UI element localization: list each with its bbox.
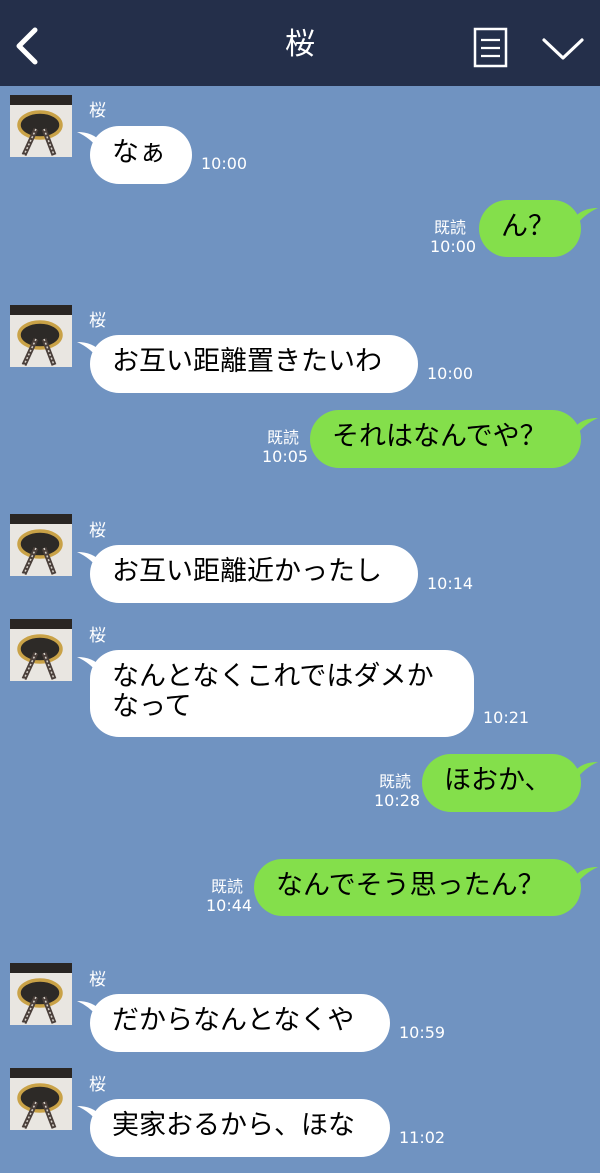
message-bubble[interactable]: お互い距離近かったし bbox=[90, 545, 418, 603]
sender-name: 桜 bbox=[89, 521, 106, 541]
message-bubble[interactable]: お互い距離置きたいわ bbox=[90, 335, 418, 393]
back-arrow-icon bbox=[16, 27, 38, 65]
bubble-tail bbox=[574, 208, 598, 228]
sender-name: 桜 bbox=[89, 626, 106, 646]
avatar-image bbox=[10, 1068, 72, 1130]
message-time: 10:21 bbox=[483, 708, 530, 727]
chat-header: 桜 bbox=[0, 0, 600, 86]
avatar-image bbox=[10, 619, 72, 681]
message-bubble[interactable]: 実家おるから、ほな bbox=[90, 1099, 390, 1157]
message-bubble[interactable]: それはなんでや？ bbox=[310, 410, 581, 468]
bubble-tail bbox=[574, 762, 598, 782]
chevron-down-icon bbox=[542, 38, 584, 60]
menu-dropdown-button[interactable] bbox=[540, 32, 586, 66]
message-list[interactable]: 桜 なぁ 10:00 既読 10:00 ん？ 桜 お互い距離置きたいわ 10:0… bbox=[0, 86, 600, 1173]
avatar[interactable] bbox=[10, 1068, 72, 1130]
message-time: 11:02 bbox=[399, 1128, 446, 1147]
message-time: 10:44 bbox=[206, 896, 253, 915]
message-time: 10:14 bbox=[427, 574, 474, 593]
read-receipt: 既読 10:44 bbox=[206, 877, 253, 915]
note-icon bbox=[473, 27, 508, 68]
notes-button[interactable] bbox=[472, 26, 510, 70]
message-time: 10:00 bbox=[430, 237, 477, 256]
read-label: 既読 bbox=[433, 218, 466, 237]
sender-name: 桜 bbox=[89, 101, 106, 121]
message-time: 10:00 bbox=[427, 364, 474, 383]
bubble-tail bbox=[574, 418, 598, 438]
chat-title: 桜 bbox=[285, 27, 315, 62]
bubble-tail bbox=[574, 867, 598, 887]
sender-name: 桜 bbox=[89, 1075, 106, 1095]
read-label: 既読 bbox=[210, 877, 243, 896]
message-bubble[interactable]: なんでそう思ったん？ bbox=[254, 859, 581, 916]
read-receipt: 既読 10:05 bbox=[262, 428, 309, 466]
read-receipt: 既読 10:28 bbox=[374, 772, 421, 810]
avatar-image bbox=[10, 95, 72, 157]
sender-name: 桜 bbox=[89, 970, 106, 990]
message-time: 10:05 bbox=[262, 447, 309, 466]
read-receipt: 既読 10:00 bbox=[430, 218, 477, 256]
avatar-image bbox=[10, 305, 72, 367]
message-time: 10:00 bbox=[201, 154, 248, 173]
avatar-image bbox=[10, 963, 72, 1025]
message-bubble[interactable]: ほおか、 bbox=[422, 754, 581, 812]
avatar[interactable] bbox=[10, 963, 72, 1025]
message-time: 10:28 bbox=[374, 791, 421, 810]
avatar[interactable] bbox=[10, 305, 72, 367]
back-button[interactable] bbox=[10, 24, 50, 68]
message-bubble[interactable]: だからなんとなくや bbox=[90, 994, 390, 1052]
avatar[interactable] bbox=[10, 619, 72, 681]
avatar-image bbox=[10, 514, 72, 576]
avatar[interactable] bbox=[10, 514, 72, 576]
message-bubble[interactable]: ん？ bbox=[479, 200, 581, 257]
sender-name: 桜 bbox=[89, 311, 106, 331]
read-label: 既読 bbox=[266, 428, 299, 447]
message-bubble[interactable]: なんとなくこれではダメか なって bbox=[90, 650, 474, 737]
avatar[interactable] bbox=[10, 95, 72, 157]
read-label: 既読 bbox=[378, 772, 411, 791]
message-bubble[interactable]: なぁ bbox=[90, 126, 192, 184]
message-time: 10:59 bbox=[399, 1023, 446, 1042]
